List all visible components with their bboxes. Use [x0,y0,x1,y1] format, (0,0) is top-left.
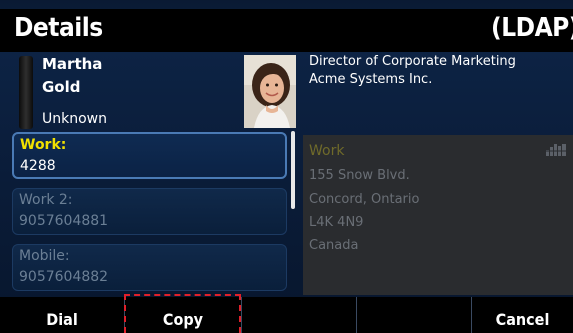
directory-source: (LDAP) [491,13,573,43]
number-item-work[interactable]: Work: 4288 [12,132,287,179]
number-value: 9057604882 [19,269,109,285]
number-item-mobile[interactable]: Mobile: 9057604882 [12,244,287,291]
page-title: Details [14,13,103,43]
number-label: Mobile: [19,248,70,264]
blank-softkey-1[interactable] [242,297,356,333]
cancel-softkey[interactable]: Cancel [472,297,573,333]
contact-company: Acme Systems Inc. [309,72,433,87]
map-icon [545,144,567,156]
header-bar: Details (LDAP) [0,9,573,52]
address-street: 155 Snow Blvd. [309,168,410,183]
contact-last-name: Gold [42,78,81,96]
phone-screen: Details (LDAP) Martha Gold Unknown Direc… [0,0,573,333]
number-label: Work: [20,137,67,153]
dial-softkey[interactable]: Dial [0,297,124,333]
contact-first-name: Martha [42,55,103,73]
blank-softkey-2[interactable] [357,297,471,333]
address-panel: Work 155 Snow Blvd. Concord, Ontario L4K… [303,135,573,295]
address-country: Canada [309,238,359,253]
presence-status: Unknown [42,111,107,127]
number-value: 4288 [20,158,56,174]
address-city: Concord, Ontario [309,192,420,207]
address-label: Work [309,143,345,159]
contact-job-title: Director of Corporate Marketing [309,54,516,69]
number-label: Work 2: [19,192,73,208]
address-postal-code: L4K 4N9 [309,215,364,230]
copy-highlight-box [124,294,241,333]
softkey-bar: Dial Copy Cancel [0,297,573,333]
presence-indicator [19,56,33,129]
number-item-work-2[interactable]: Work 2: 9057604881 [12,188,287,235]
number-value: 9057604881 [19,213,109,229]
avatar [244,55,296,128]
scrollbar-thumb[interactable] [291,131,295,209]
